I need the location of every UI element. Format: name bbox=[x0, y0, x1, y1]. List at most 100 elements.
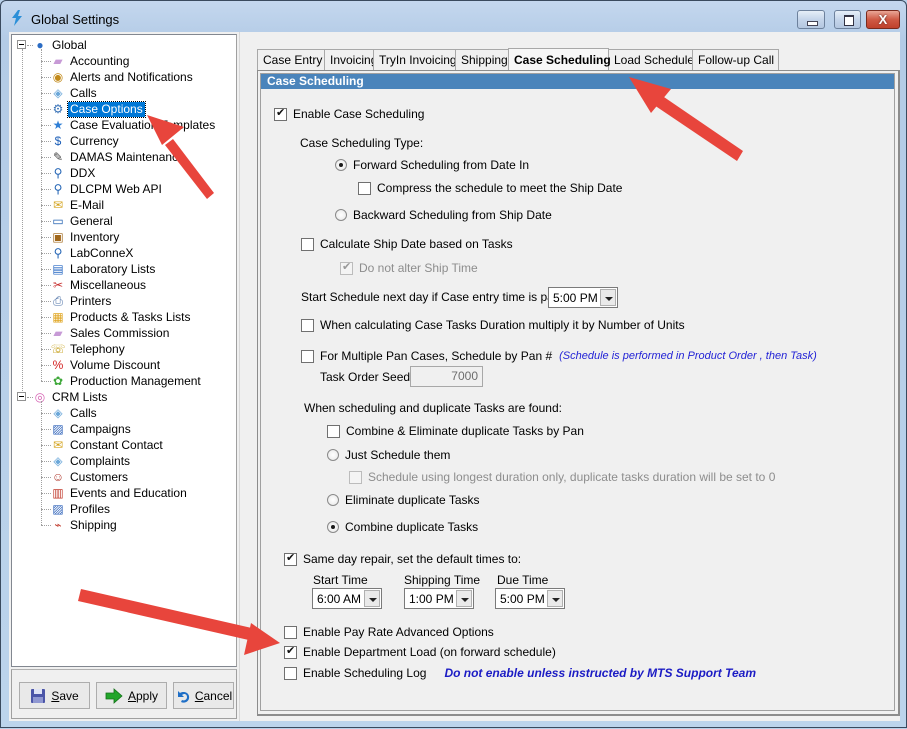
tree-item-accounting[interactable]: ▰ Accounting bbox=[50, 53, 131, 69]
tree-item-laboratory-lists[interactable]: ▤ Laboratory Lists bbox=[50, 261, 157, 277]
tree-item-alerts-and-notifications[interactable]: ◉ Alerts and Notifications bbox=[50, 69, 195, 85]
calc-ship-date-checkbox[interactable]: Calculate Ship Date based on Tasks bbox=[301, 237, 513, 251]
chevron-down-icon[interactable] bbox=[600, 289, 616, 306]
global-settings-window: Global Settings X ● Global ▰ Accounting ◉ Ale… bbox=[0, 0, 907, 728]
tree-item-shipping[interactable]: ⌁ Shipping bbox=[50, 517, 119, 533]
enable-case-scheduling-checkbox[interactable]: Enable Case Scheduling bbox=[274, 106, 424, 121]
just-schedule-radio[interactable]: Just Schedule them bbox=[327, 448, 450, 462]
label-text: Due Time bbox=[497, 573, 549, 587]
radio-circle[interactable] bbox=[327, 494, 339, 506]
tree-label: Miscellaneous bbox=[70, 277, 147, 292]
forward-scheduling-radio[interactable]: Forward Scheduling from Date In bbox=[335, 158, 529, 172]
label-text: Case Scheduling Type: bbox=[300, 136, 424, 150]
tree-item-miscellaneous[interactable]: ✂ Miscellaneous bbox=[50, 277, 148, 293]
cancel-button[interactable]: Cancel bbox=[173, 682, 234, 709]
tree-item-damas-maintenance[interactable]: ✎ DAMAS Maintenance bbox=[50, 149, 187, 165]
checkbox-label: Enable Department Load (on forward sched… bbox=[303, 645, 556, 659]
pay-rate-advanced-checkbox[interactable]: Enable Pay Rate Advanced Options bbox=[284, 625, 494, 639]
save-button[interactable]: Save bbox=[19, 682, 90, 709]
radio-circle[interactable] bbox=[327, 449, 339, 461]
maximize-button[interactable] bbox=[834, 10, 861, 29]
checkbox-box[interactable] bbox=[301, 349, 314, 363]
tree-item-case-options[interactable]: ⚙ Case Options bbox=[50, 100, 146, 118]
checkbox-box[interactable] bbox=[274, 106, 287, 121]
tree-item-events-and-education[interactable]: ▥ Events and Education bbox=[50, 485, 189, 501]
tree-item-dlcpm-web-api[interactable]: ⚲ DLCPM Web API bbox=[50, 181, 164, 197]
tab-invoicing[interactable]: Invoicing bbox=[324, 49, 377, 70]
tree-item-labconnex[interactable]: ⚲ LabConneX bbox=[50, 245, 135, 261]
tab-case-scheduling[interactable]: Case Scheduling bbox=[508, 48, 611, 70]
apply-button[interactable]: Apply bbox=[96, 682, 167, 709]
tab-follow-up-call[interactable]: Follow-up Call bbox=[692, 49, 779, 70]
tab-load-schedule[interactable]: Load Schedule bbox=[608, 49, 694, 70]
tree-item-profiles[interactable]: ▨ Profiles bbox=[50, 501, 112, 517]
globe-gear-icon: ● bbox=[36, 38, 44, 52]
chevron-down-icon[interactable] bbox=[547, 590, 563, 607]
checkbox-box[interactable] bbox=[284, 666, 297, 680]
chevron-down-icon[interactable] bbox=[364, 590, 380, 607]
tree-item-constant-contact[interactable]: ✉ Constant Contact bbox=[50, 437, 165, 453]
close-button[interactable]: X bbox=[866, 10, 900, 29]
start-time-select[interactable]: 6:00 AM bbox=[312, 588, 382, 609]
shipping-time-select[interactable]: 1:00 PM bbox=[404, 588, 474, 609]
tree-item-printers[interactable]: ⎙ Printers bbox=[50, 293, 113, 309]
due-time-select[interactable]: 5:00 PM bbox=[495, 588, 565, 609]
tree-label: Events and Education bbox=[70, 485, 187, 500]
checkbox-box[interactable] bbox=[358, 181, 371, 195]
tree-group-crm-lists[interactable]: ◎ CRM Lists bbox=[32, 389, 109, 405]
checkbox-box[interactable] bbox=[327, 424, 340, 438]
panel-splitter[interactable] bbox=[239, 32, 243, 721]
checkbox-box[interactable] bbox=[301, 318, 314, 332]
tree-item-calls[interactable]: ◈ Calls bbox=[50, 85, 99, 101]
tree-item-customers[interactable]: ☺ Customers bbox=[50, 469, 130, 485]
settings-tree[interactable]: ● Global ▰ Accounting ◉ Alerts and Notificati… bbox=[11, 34, 237, 667]
same-day-repair-checkbox[interactable]: Same day repair, set the default times t… bbox=[284, 551, 521, 566]
start-next-day-time-select[interactable]: 5:00 PM bbox=[548, 287, 618, 308]
printer-icon: ⎙ bbox=[53, 294, 63, 308]
tree-item-calls[interactable]: ◈ Calls bbox=[50, 405, 99, 421]
tree-item-sales-commission[interactable]: ▰ Sales Commission bbox=[50, 325, 171, 341]
title-bar[interactable]: Global Settings X bbox=[1, 1, 906, 33]
tree-label: General bbox=[70, 213, 113, 228]
tree-label: Constant Contact bbox=[70, 437, 163, 452]
chevron-down-icon[interactable] bbox=[456, 590, 472, 607]
combine-eliminate-by-pan-checkbox[interactable]: Combine & Eliminate duplicate Tasks by P… bbox=[327, 424, 584, 438]
collapse-toggle[interactable] bbox=[17, 40, 26, 49]
task-order-seed-input[interactable]: 7000 bbox=[410, 366, 483, 387]
department-load-checkbox[interactable]: Enable Department Load (on forward sched… bbox=[284, 644, 556, 659]
tree-item-currency[interactable]: $ Currency bbox=[50, 133, 121, 149]
tree-item-volume-discount[interactable]: % Volume Discount bbox=[50, 357, 162, 373]
apply-label: Apply bbox=[127, 688, 159, 703]
tree-item-complaints[interactable]: ◈ Complaints bbox=[50, 453, 132, 469]
tree-item-ddx[interactable]: ⚲ DDX bbox=[50, 165, 97, 181]
tree-item-production-management[interactable]: ✿ Production Management bbox=[50, 373, 203, 389]
minimize-button[interactable] bbox=[797, 10, 825, 29]
multi-pan-checkbox[interactable]: For Multiple Pan Cases, Schedule by Pan … bbox=[301, 349, 817, 363]
checkbox-box[interactable] bbox=[301, 237, 314, 251]
radio-circle[interactable] bbox=[327, 521, 339, 533]
tree-item-case-evaluation-templates[interactable]: ★ Case Evaluation Templates bbox=[50, 117, 217, 133]
tab-tryin-invoicing[interactable]: TryIn Invoicing bbox=[373, 49, 457, 70]
tree-item-e-mail[interactable]: ✉ E-Mail bbox=[50, 197, 106, 213]
multiply-units-checkbox[interactable]: When calculating Case Tasks Duration mul… bbox=[301, 318, 685, 332]
radio-circle[interactable] bbox=[335, 159, 347, 171]
compress-schedule-checkbox[interactable]: Compress the schedule to meet the Ship D… bbox=[358, 181, 622, 195]
tree-item-general[interactable]: ▭ General bbox=[50, 213, 115, 229]
start-next-day-label: Start Schedule next day if Case entry ti… bbox=[301, 290, 566, 304]
combine-duplicates-radio[interactable]: Combine duplicate Tasks bbox=[327, 520, 478, 534]
checkbox-box[interactable] bbox=[284, 625, 297, 639]
collapse-toggle[interactable] bbox=[17, 392, 26, 401]
tree-item-campaigns[interactable]: ▨ Campaigns bbox=[50, 421, 133, 437]
scheduling-log-checkbox[interactable]: Enable Scheduling Log Do not enable unle… bbox=[284, 666, 756, 680]
eliminate-duplicates-radio[interactable]: Eliminate duplicate Tasks bbox=[327, 493, 480, 507]
radio-circle[interactable] bbox=[335, 209, 347, 221]
tree-label: Sales Commission bbox=[70, 325, 170, 340]
checkbox-box[interactable] bbox=[284, 551, 297, 566]
tree-item-telephony[interactable]: ☏ Telephony bbox=[50, 341, 127, 357]
tree-item-products-tasks-lists[interactable]: ▦ Products & Tasks Lists bbox=[50, 309, 193, 325]
tab-shipping[interactable]: Shipping bbox=[455, 49, 509, 70]
tree-item-inventory[interactable]: ▣ Inventory bbox=[50, 229, 121, 245]
tab-case-entry[interactable]: Case Entry bbox=[257, 49, 325, 70]
checkbox-box[interactable] bbox=[284, 644, 297, 659]
backward-scheduling-radio[interactable]: Backward Scheduling from Ship Date bbox=[335, 208, 552, 222]
